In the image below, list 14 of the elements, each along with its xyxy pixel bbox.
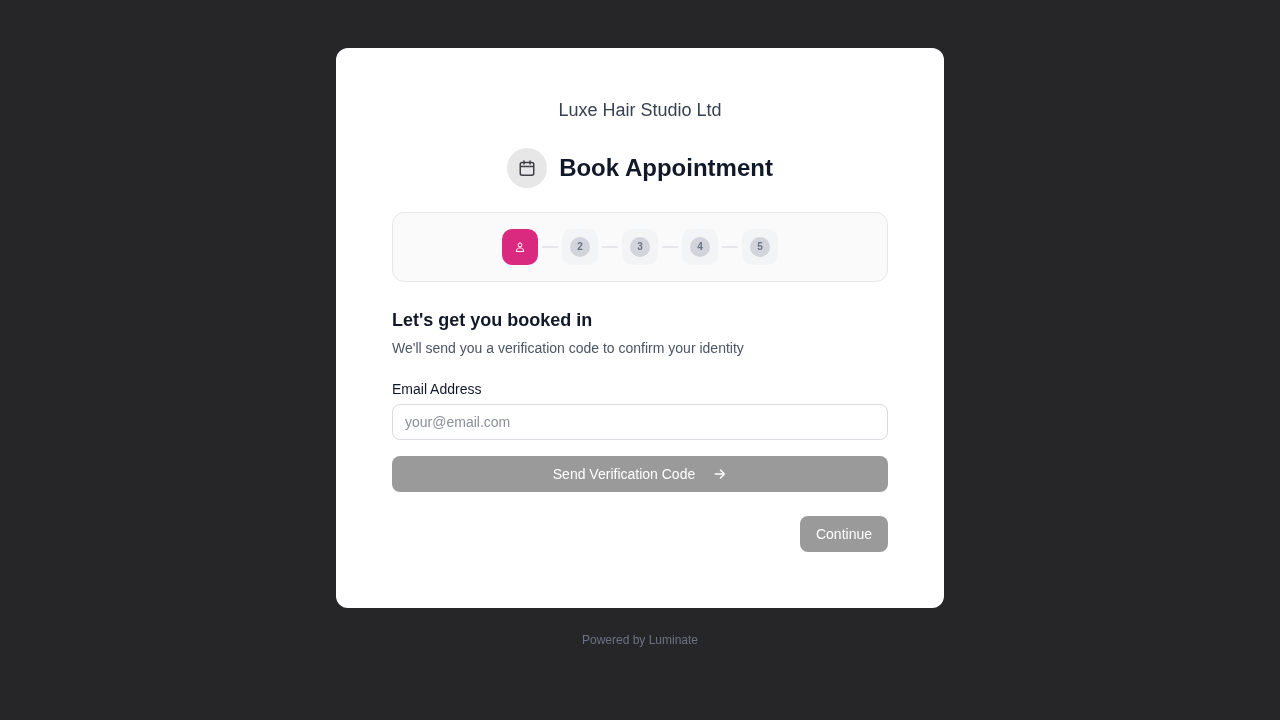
page-title: Book Appointment xyxy=(559,153,773,183)
powered-by-text: Powered by Luminate xyxy=(581,632,699,648)
step-number: 2 xyxy=(570,237,590,257)
arrow-right-icon xyxy=(713,467,728,481)
section-subtitle: We'll send you a verification code to confirm your identity xyxy=(392,339,744,358)
step-number: 4 xyxy=(690,237,710,257)
company-name: Luxe Hair Studio Ltd xyxy=(558,99,722,122)
email-label: Email Address xyxy=(392,380,482,399)
email-field[interactable]: your@email.com xyxy=(392,404,888,440)
user-icon xyxy=(515,242,525,252)
step-number: 5 xyxy=(750,237,770,257)
step-number: 3 xyxy=(630,237,650,257)
calendar-icon xyxy=(507,148,548,188)
section-title: Let's get you booked in xyxy=(392,309,593,332)
